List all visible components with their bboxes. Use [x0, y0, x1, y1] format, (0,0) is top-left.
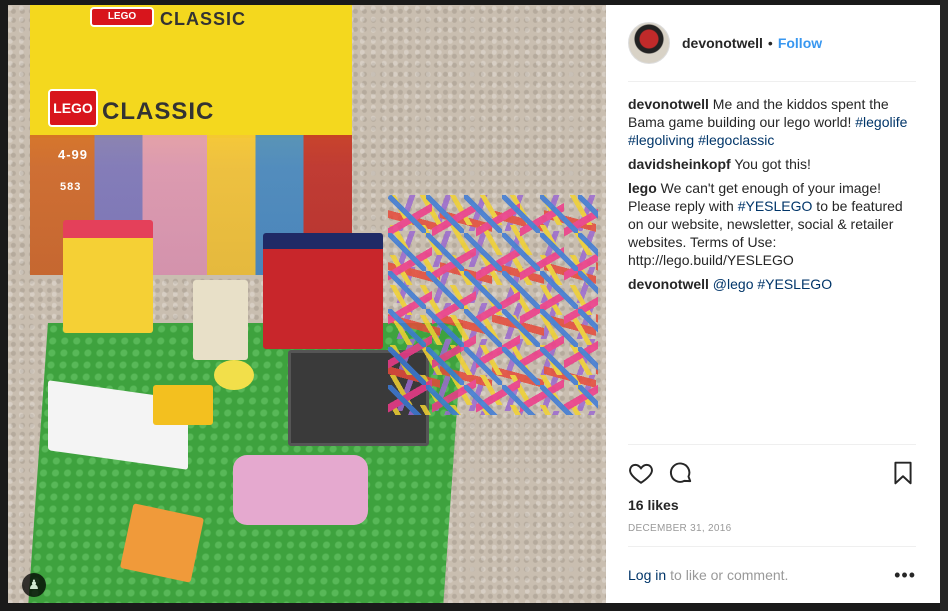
login-link[interactable]: Log in	[628, 567, 666, 583]
likes-count[interactable]: 16 likes	[628, 497, 916, 513]
person-tag-icon: ♟	[28, 577, 40, 592]
box-lego-logo: LEGO	[48, 89, 98, 127]
bookmark-icon[interactable]	[890, 460, 916, 486]
more-options-icon[interactable]: •••	[894, 565, 916, 586]
box-age: 4-99	[58, 147, 89, 162]
box-title: CLASSIC	[102, 98, 215, 125]
box-lego-logo-top: LEGO	[90, 7, 154, 27]
comment-item: davidsheinkopf You got this!	[628, 155, 916, 173]
action-bar	[628, 453, 916, 493]
lego-pagoda	[263, 233, 383, 349]
comment-username[interactable]: devonotwell	[628, 276, 709, 292]
lego-house	[63, 220, 153, 333]
comments-list: devonotwell Me and the kiddos spent the …	[628, 82, 916, 444]
header-username[interactable]: devonotwell	[682, 35, 763, 51]
loose-bricks	[388, 195, 598, 415]
lego-round-brick	[214, 360, 254, 390]
background-edge	[940, 0, 948, 611]
hashtag-link[interactable]: #YESLEGO	[757, 276, 832, 292]
post-dialog: LEGO CLASSIC LEGO CLASSIC 4-99 583 ♟ dev…	[8, 5, 940, 603]
comment-username[interactable]: davidsheinkopf	[628, 156, 731, 172]
user-tag-button[interactable]: ♟	[22, 573, 46, 597]
avatar[interactable]	[628, 22, 670, 64]
lego-car	[233, 455, 368, 525]
hashtag-link[interactable]: #legoliving	[628, 132, 694, 148]
header-separator: •	[767, 35, 773, 51]
action-section: 16 likes DECEMBER 31, 2016	[628, 444, 916, 546]
comment-item: devonotwell @lego #YESLEGO	[628, 275, 916, 293]
post-date: DECEMBER 31, 2016	[628, 523, 732, 534]
hashtag-link[interactable]: #YESLEGO	[738, 198, 813, 214]
hashtag-link[interactable]: #legolife	[855, 114, 907, 130]
comment-text: You got this!	[734, 156, 811, 172]
box-title-top: CLASSIC	[160, 9, 247, 29]
hashtag-link[interactable]: #legoclassic	[698, 132, 774, 148]
post-sidebar: devonotwell • Follow devonotwell Me and …	[606, 5, 940, 603]
comment-item: lego We can't get enough of your image! …	[628, 179, 916, 269]
heart-icon[interactable]	[628, 460, 654, 486]
box-count: 583	[60, 181, 82, 193]
follow-button[interactable]: Follow	[778, 35, 822, 51]
mention-link[interactable]: @lego	[713, 276, 754, 292]
login-bar: Log in to like or comment. •••	[628, 546, 916, 603]
lego-dog	[193, 280, 248, 360]
lego-bulldozer	[153, 385, 213, 425]
comment-caption: devonotwell Me and the kiddos spent the …	[628, 95, 916, 149]
post-photo[interactable]: LEGO CLASSIC LEGO CLASSIC 4-99 583 ♟	[8, 5, 606, 603]
comment-icon[interactable]	[668, 460, 694, 486]
post-header: devonotwell • Follow	[628, 5, 916, 82]
comment-username[interactable]: lego	[628, 180, 657, 196]
login-text: to like or comment.	[670, 567, 789, 583]
comment-username[interactable]: devonotwell	[628, 96, 709, 112]
